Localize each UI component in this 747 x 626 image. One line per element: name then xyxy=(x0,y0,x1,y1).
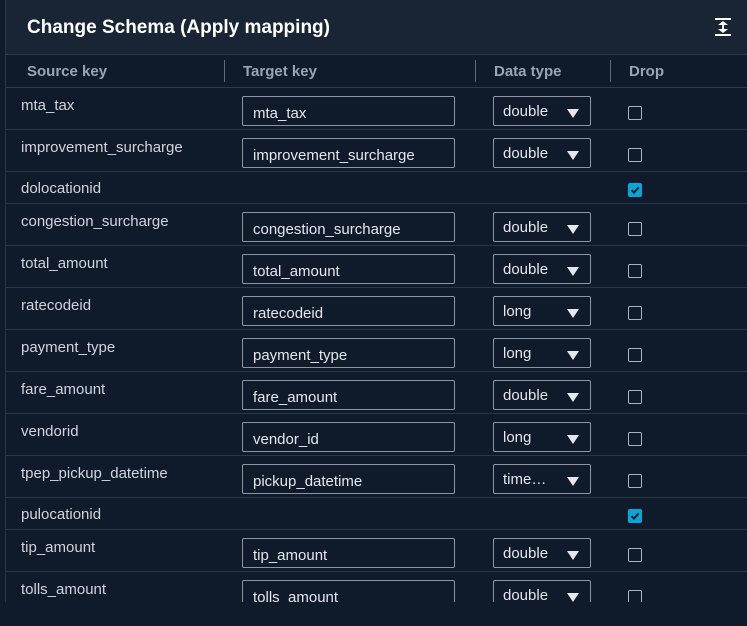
caret-down-icon xyxy=(567,432,579,444)
table-row: dolocationid xyxy=(6,172,747,204)
target-key-input[interactable]: fare_amount xyxy=(242,380,455,410)
drop-checkbox[interactable] xyxy=(628,432,642,446)
caret-down-icon xyxy=(567,148,579,160)
column-header-source-key[interactable]: Source key xyxy=(27,63,107,80)
data-type-value: double xyxy=(503,145,549,162)
target-key-input[interactable]: tip_amount xyxy=(242,538,455,568)
column-headers: Source key Target key Data type Drop xyxy=(6,55,747,88)
table-row: payment_type payment_type long xyxy=(6,330,747,372)
table-row: congestion_surcharge congestion_surcharge… xyxy=(6,204,747,246)
expand-vertical-icon[interactable] xyxy=(712,16,734,38)
drop-checkbox[interactable] xyxy=(628,590,642,602)
caret-down-icon xyxy=(567,390,579,402)
table-row: fare_amount fare_amount double xyxy=(6,372,747,414)
target-key-input[interactable]: vendor_id xyxy=(242,422,455,452)
drop-checkbox[interactable] xyxy=(628,148,642,162)
data-type-select[interactable]: double xyxy=(493,212,591,242)
source-key-cell: total_amount xyxy=(21,255,108,272)
source-key-cell: congestion_surcharge xyxy=(21,213,169,230)
drop-checkbox[interactable] xyxy=(628,306,642,320)
target-key-input[interactable]: congestion_surcharge xyxy=(242,212,455,242)
target-key-input[interactable]: pickup_datetime xyxy=(242,464,455,494)
caret-down-icon xyxy=(567,306,579,318)
table-row: total_amount total_amount double xyxy=(6,246,747,288)
data-type-value: long xyxy=(503,429,532,446)
data-type-select[interactable]: double xyxy=(493,580,591,602)
drop-checkbox[interactable] xyxy=(628,183,642,197)
drop-checkbox[interactable] xyxy=(628,509,642,523)
column-divider[interactable] xyxy=(475,60,476,82)
panel-header: Change Schema (Apply mapping) xyxy=(6,0,747,55)
source-key-cell: tpep_pickup_datetime xyxy=(21,465,168,482)
caret-down-icon xyxy=(567,548,579,560)
target-key-input[interactable]: total_amount xyxy=(242,254,455,284)
data-type-select[interactable]: double xyxy=(493,254,591,284)
data-type-value: double xyxy=(503,387,549,404)
target-key-input[interactable]: tolls_amount xyxy=(242,580,455,602)
drop-checkbox[interactable] xyxy=(628,348,642,362)
data-type-select[interactable]: long xyxy=(493,296,591,326)
column-header-drop[interactable]: Drop xyxy=(629,63,664,80)
table-row: mta_tax mta_tax double xyxy=(6,88,747,130)
change-schema-panel: Change Schema (Apply mapping) Source key… xyxy=(5,0,747,602)
source-key-cell: payment_type xyxy=(21,339,116,356)
target-key-input[interactable]: mta_tax xyxy=(242,96,455,126)
table-row: improvement_surcharge improvement_surchar… xyxy=(6,130,747,172)
caret-down-icon xyxy=(567,264,579,276)
data-type-value: double xyxy=(503,587,549,602)
source-key-cell: ratecodeid xyxy=(21,297,92,314)
target-key-input[interactable]: payment_type xyxy=(242,338,455,368)
source-key-cell: mta_tax xyxy=(21,97,75,114)
column-divider[interactable] xyxy=(610,60,611,82)
data-type-value: double xyxy=(503,103,549,120)
data-type-select[interactable]: long xyxy=(493,338,591,368)
data-type-value: long xyxy=(503,345,532,362)
data-type-value: double xyxy=(503,545,549,562)
data-type-value: time… xyxy=(503,471,547,488)
caret-down-icon xyxy=(567,348,579,360)
source-key-cell: fare_amount xyxy=(21,381,106,398)
table-row: vendorid vendor_id long xyxy=(6,414,747,456)
source-key-cell: improvement_surcharge xyxy=(21,139,183,156)
source-key-cell: pulocationid xyxy=(21,506,102,523)
drop-checkbox[interactable] xyxy=(628,106,642,120)
source-key-cell: tolls_amount xyxy=(21,581,107,598)
source-key-cell: vendorid xyxy=(21,423,79,440)
drop-checkbox[interactable] xyxy=(628,390,642,404)
source-key-cell: tip_amount xyxy=(21,539,96,556)
panel-title: Change Schema (Apply mapping) xyxy=(27,17,330,38)
data-type-select[interactable]: long xyxy=(493,422,591,452)
table-row: ratecodeid ratecodeid long xyxy=(6,288,747,330)
data-type-select[interactable]: double xyxy=(493,380,591,410)
table-row: pulocationid xyxy=(6,498,747,530)
source-key-cell: dolocationid xyxy=(21,180,102,197)
data-type-select[interactable]: double xyxy=(493,538,591,568)
data-type-value: double xyxy=(503,219,549,236)
caret-down-icon xyxy=(567,222,579,234)
table-row: tpep_pickup_datetime pickup_datetime time… xyxy=(6,456,747,498)
data-type-select[interactable]: time… xyxy=(493,464,591,494)
column-header-target-key[interactable]: Target key xyxy=(243,63,317,80)
data-type-select[interactable]: double xyxy=(493,96,591,126)
table-row: tip_amount tip_amount double xyxy=(6,530,747,572)
target-key-input[interactable]: ratecodeid xyxy=(242,296,455,326)
caret-down-icon xyxy=(567,590,579,602)
data-type-value: double xyxy=(503,261,549,278)
drop-checkbox[interactable] xyxy=(628,264,642,278)
target-key-input[interactable]: improvement_surcharge xyxy=(242,138,455,168)
column-header-data-type[interactable]: Data type xyxy=(494,63,562,80)
column-divider[interactable] xyxy=(224,60,225,82)
caret-down-icon xyxy=(567,474,579,486)
data-type-select[interactable]: double xyxy=(493,138,591,168)
drop-checkbox[interactable] xyxy=(628,548,642,562)
drop-checkbox[interactable] xyxy=(628,474,642,488)
drop-checkbox[interactable] xyxy=(628,222,642,236)
caret-down-icon xyxy=(567,106,579,118)
table-row: tolls_amount tolls_amount double xyxy=(6,572,747,602)
data-type-value: long xyxy=(503,303,532,320)
